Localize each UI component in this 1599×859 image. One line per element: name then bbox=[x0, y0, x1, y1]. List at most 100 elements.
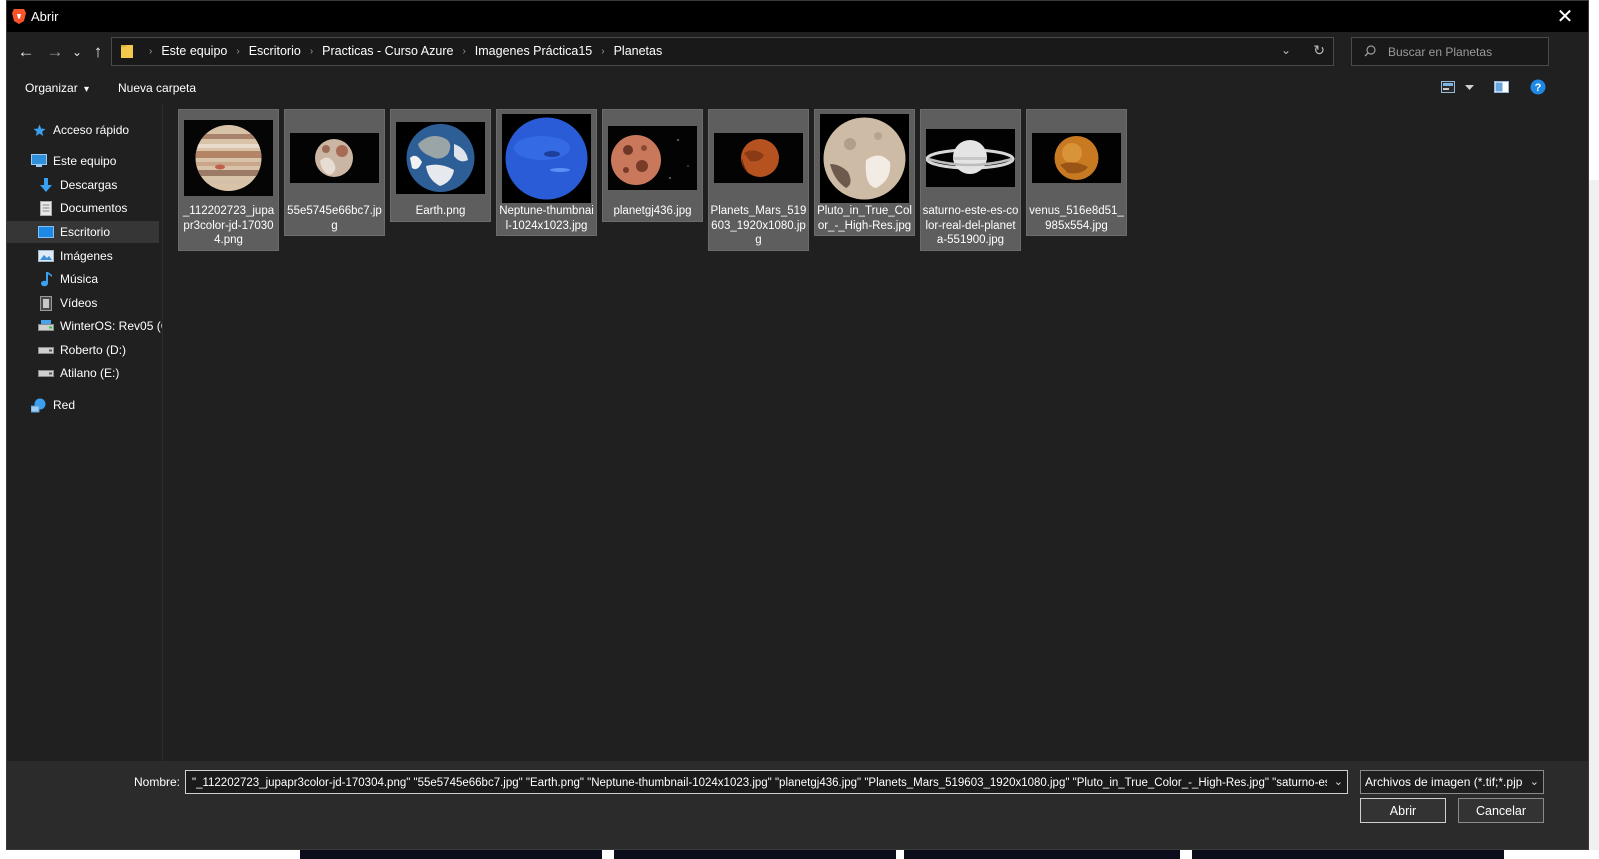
chevron-down-icon[interactable] bbox=[1465, 85, 1474, 91]
window-title: Abrir bbox=[31, 9, 59, 24]
file-name: planetgj436.jpg bbox=[613, 205, 692, 217]
up-button[interactable]: ↑ bbox=[88, 38, 108, 66]
pluto-image bbox=[820, 113, 909, 203]
file-item[interactable]: _112202723_jupapr3color-jd-170304.png bbox=[178, 109, 279, 251]
sidebar-item-music[interactable]: Música bbox=[38, 268, 159, 290]
close-icon: ✕ bbox=[1556, 6, 1574, 28]
new-folder-button[interactable]: Nueva carpeta bbox=[118, 81, 196, 95]
music-icon bbox=[38, 271, 54, 287]
file-name: Neptune-thumbnail-1024x1023.jpg bbox=[499, 205, 594, 232]
file-item[interactable]: saturno-este-es-color-real-del-planeta-5… bbox=[920, 109, 1021, 251]
close-button[interactable]: ✕ bbox=[1542, 1, 1588, 32]
file-item[interactable]: planetgj436.jpg bbox=[602, 109, 703, 222]
file-thumbnail bbox=[184, 112, 273, 204]
file-name: venus_516e8d51_985x554.jpg bbox=[1029, 205, 1124, 232]
breadcrumb-item[interactable]: Practicas - Curso Azure bbox=[322, 44, 453, 58]
sidebar-item-videos[interactable]: Vídeos bbox=[38, 292, 159, 314]
desktop-icon bbox=[38, 224, 54, 240]
sidebar-item-label: Este equipo bbox=[53, 154, 117, 168]
organize-button[interactable]: Organizar ▾ bbox=[25, 81, 89, 95]
breadcrumb: › Este equipo › Escritorio › Practicas -… bbox=[140, 44, 662, 58]
refresh-icon[interactable]: ↻ bbox=[1313, 42, 1325, 59]
caret-down-icon: ▾ bbox=[84, 84, 90, 95]
recent-locations-button[interactable]: ⌄ bbox=[70, 38, 84, 66]
file-item[interactable]: 55e5745e66bc7.jpg bbox=[284, 109, 385, 236]
breadcrumb-separator: › bbox=[149, 45, 153, 57]
sidebar-item-label: Documentos bbox=[60, 201, 128, 215]
computer-icon bbox=[31, 153, 47, 169]
back-button[interactable]: ← bbox=[15, 38, 37, 66]
breadcrumb-item[interactable]: Escritorio bbox=[249, 44, 301, 58]
dialog-footer: Nombre: ⌄ Archivos de imagen (*.tif;*.pj… bbox=[7, 761, 1588, 849]
breadcrumb-item[interactable]: Este equipo bbox=[161, 44, 227, 58]
background-image-strip bbox=[904, 850, 1180, 859]
background-image-strip bbox=[300, 850, 602, 859]
file-item[interactable]: venus_516e8d51_985x554.jpg bbox=[1026, 109, 1127, 236]
file-name-field[interactable]: ⌄ bbox=[185, 770, 1348, 794]
video-icon bbox=[38, 295, 54, 311]
breadcrumb-separator[interactable]: › bbox=[462, 46, 465, 57]
drive-icon bbox=[38, 342, 54, 358]
breadcrumb-item[interactable]: Planetas bbox=[614, 44, 663, 58]
sidebar-item-label: Roberto (D:) bbox=[60, 343, 127, 357]
sidebar-item-documents[interactable]: Documentos bbox=[38, 197, 159, 219]
file-type-select[interactable]: Archivos de imagen (*.tif;*.pjp;* ⌄ bbox=[1360, 770, 1544, 794]
sidebar-item-drive-c[interactable]: WinterOS: Rev05 (C bbox=[38, 315, 162, 337]
chevron-down-icon[interactable]: ⌄ bbox=[1334, 775, 1343, 788]
sidebar-item-drive-d[interactable]: Roberto (D:) bbox=[38, 339, 159, 361]
sidebar-item-network[interactable]: Red bbox=[31, 394, 159, 416]
background-image-strip bbox=[1192, 850, 1504, 859]
navigation-bar: ← → ⌄ ↑ › Este equipo › Escritorio › Pra… bbox=[7, 32, 1588, 72]
search-input[interactable] bbox=[1386, 43, 1545, 61]
file-item[interactable]: Planets_Mars_519603_1920x1080.jpg bbox=[708, 109, 809, 251]
download-icon bbox=[38, 177, 54, 193]
help-icon[interactable]: ? bbox=[1530, 79, 1546, 95]
breadcrumb-separator[interactable]: › bbox=[601, 46, 604, 57]
command-bar: Organizar ▾ Nueva carpeta ? bbox=[7, 72, 1588, 103]
exoplanet-image bbox=[608, 126, 697, 190]
open-file-dialog: Abrir ✕ ← → ⌄ ↑ › Este equipo › Escritor… bbox=[6, 0, 1589, 850]
search-box[interactable] bbox=[1351, 37, 1549, 66]
sidebar-item-pictures[interactable]: Imágenes bbox=[38, 245, 159, 267]
file-thumbnail bbox=[290, 112, 379, 204]
organize-label: Organizar bbox=[25, 81, 78, 95]
view-options-icon[interactable] bbox=[1441, 81, 1455, 93]
chevron-down-icon: ⌄ bbox=[1529, 776, 1539, 788]
sidebar-item-desktop[interactable]: Escritorio bbox=[7, 221, 159, 243]
cancel-button[interactable]: Cancelar bbox=[1458, 798, 1544, 823]
file-item[interactable]: Earth.png bbox=[390, 109, 491, 222]
file-name: _112202723_jupapr3color-jd-170304.png bbox=[182, 205, 275, 246]
file-name-input[interactable] bbox=[190, 774, 1329, 792]
sidebar-item-quick-access[interactable]: Acceso rápido bbox=[31, 119, 159, 141]
pluto-image bbox=[290, 133, 379, 183]
sidebar-item-downloads[interactable]: Descargas bbox=[38, 174, 159, 196]
breadcrumb-separator[interactable]: › bbox=[236, 46, 239, 57]
background-image-strip bbox=[614, 850, 896, 859]
file-thumbnail bbox=[714, 112, 803, 204]
preview-pane-icon[interactable] bbox=[1494, 81, 1509, 93]
file-item[interactable]: Pluto_in_True_Color_-_High-Res.jpg bbox=[814, 109, 915, 236]
file-name: Planets_Mars_519603_1920x1080.jpg bbox=[710, 205, 807, 246]
file-thumbnail bbox=[1032, 112, 1121, 204]
file-thumbnail bbox=[396, 112, 485, 204]
sidebar-item-label: Escritorio bbox=[60, 225, 111, 239]
svg-text:?: ? bbox=[1535, 82, 1542, 94]
drive-icon bbox=[38, 318, 54, 334]
breadcrumb-item[interactable]: Imagenes Práctica15 bbox=[475, 44, 592, 58]
breadcrumb-separator[interactable]: › bbox=[310, 46, 313, 57]
address-bar[interactable]: › Este equipo › Escritorio › Practicas -… bbox=[111, 37, 1334, 66]
sidebar-item-label: Acceso rápido bbox=[53, 123, 130, 137]
sidebar-item-drive-e[interactable]: Atilano (E:) bbox=[38, 362, 159, 384]
forward-button[interactable]: → bbox=[44, 38, 66, 66]
sidebar-item-this-pc[interactable]: Este equipo bbox=[31, 150, 159, 172]
arrow-up-icon: ↑ bbox=[93, 42, 103, 61]
background-scrollbar bbox=[1589, 180, 1599, 850]
address-dropdown-icon[interactable]: ⌄ bbox=[1281, 43, 1291, 57]
file-name-label: Nombre: bbox=[134, 775, 181, 789]
star-icon bbox=[31, 122, 47, 138]
jupiter-image bbox=[184, 120, 273, 196]
file-item[interactable]: Neptune-thumbnail-1024x1023.jpg bbox=[496, 109, 597, 236]
open-button[interactable]: Abrir bbox=[1360, 798, 1446, 823]
file-name: Earth.png bbox=[415, 205, 466, 217]
earth-image bbox=[396, 122, 485, 194]
